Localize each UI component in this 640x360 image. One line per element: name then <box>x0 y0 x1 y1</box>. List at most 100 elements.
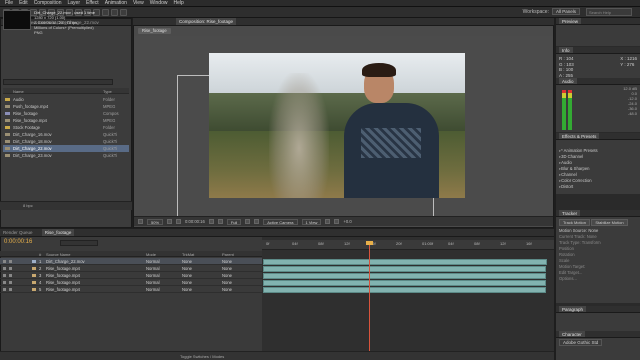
eraser-tool-icon[interactable] <box>102 8 109 16</box>
layer-mode-dropdown[interactable]: Normal <box>146 258 160 265</box>
layer-row[interactable]: 2 Rise_footage.mp4 Normal None None <box>0 265 262 272</box>
audio-icon[interactable] <box>9 281 12 284</box>
comp-breadcrumb[interactable]: Rise_footage <box>138 28 171 34</box>
layer-duration-bar[interactable] <box>263 258 547 265</box>
layer-row[interactable]: 5 Rise_footage.mp4 Normal None None <box>0 286 262 293</box>
video-visibility-icon[interactable] <box>3 281 6 284</box>
tab-rise-footage[interactable]: Rise_footage <box>41 229 75 236</box>
tab-preview[interactable]: Preview <box>559 18 582 24</box>
search-help-input[interactable]: Search Help <box>586 8 632 16</box>
audio-icon[interactable] <box>9 288 12 291</box>
layer-row[interactable]: 3 Rise_footage.mp4 Normal None None <box>0 272 262 279</box>
video-visibility-icon[interactable] <box>3 274 6 277</box>
effect-category[interactable]: Distort <box>556 184 640 190</box>
menu-file[interactable]: File <box>5 0 13 6</box>
channel-icon[interactable] <box>217 219 223 224</box>
preview-controls[interactable] <box>556 25 640 46</box>
label-color-swatch[interactable] <box>32 288 36 291</box>
track-motion-button[interactable]: Track Motion <box>559 219 590 226</box>
timeline-current-time[interactable]: 0:00:00:16 <box>4 239 32 245</box>
label-color-swatch[interactable] <box>32 281 36 284</box>
label-color-swatch[interactable] <box>32 274 36 277</box>
camera-dropdown[interactable]: Active Camera <box>263 218 298 225</box>
source-name-header[interactable]: Source Name <box>46 252 70 257</box>
label-color-swatch[interactable] <box>32 260 36 263</box>
trkmat-dropdown[interactable]: None <box>182 258 192 265</box>
parent-dropdown[interactable]: None <box>222 265 232 272</box>
name-column-header[interactable]: Name <box>13 89 24 94</box>
tab-info[interactable]: Info <box>559 47 573 53</box>
menu-composition[interactable]: Composition <box>34 0 62 6</box>
layer-mode-dropdown[interactable]: Normal <box>146 272 160 279</box>
type-column-header[interactable]: Type <box>103 89 112 94</box>
audio-icon[interactable] <box>9 274 12 277</box>
transparency-grid-icon[interactable] <box>254 219 260 224</box>
tab-character[interactable]: Character <box>559 331 585 337</box>
audio-icon[interactable] <box>9 260 12 263</box>
trkmat-dropdown[interactable]: None <box>182 286 192 293</box>
project-item[interactable]: Dirt_Charge_16.mov QuickTi <box>3 131 129 138</box>
project-item[interactable]: Dirt_Charge_22.mov QuickTi <box>3 145 129 152</box>
zoom-dropdown[interactable]: 50% <box>147 218 164 225</box>
parent-dropdown[interactable]: None <box>222 279 232 286</box>
layer-duration-bar[interactable] <box>263 265 546 272</box>
layer-row[interactable]: 4 Rise_footage.mp4 Normal None None <box>0 279 262 286</box>
layer-duration-bar[interactable] <box>263 286 546 293</box>
layer-mode-dropdown[interactable]: Normal <box>146 279 160 286</box>
parent-dropdown[interactable]: None <box>222 286 232 293</box>
tab-audio[interactable]: Audio <box>559 78 577 84</box>
tab-tracker[interactable]: Tracker <box>559 210 581 216</box>
paragraph-controls[interactable] <box>556 313 640 331</box>
always-preview-icon[interactable] <box>138 219 143 224</box>
font-family-dropdown[interactable]: Adobe Gothic Std <box>559 339 603 346</box>
parent-dropdown[interactable]: None <box>222 258 232 265</box>
roto-brush-tool-icon[interactable] <box>111 8 118 16</box>
current-time-display[interactable]: 0:00:00:16 <box>185 219 205 224</box>
mask-visibility-icon[interactable] <box>176 219 182 224</box>
tab-composition[interactable]: Composition: Rise_footage <box>176 18 237 25</box>
label-color-swatch[interactable] <box>32 267 36 270</box>
layer-duration-bar[interactable] <box>263 272 546 279</box>
toggle-switches-modes-button[interactable]: Toggle Switches / Modes <box>180 354 224 359</box>
video-visibility-icon[interactable] <box>3 288 6 291</box>
project-item[interactable]: Dirt_Charge_23.mov QuickTi <box>3 152 129 159</box>
comp-frame-video[interactable] <box>209 53 465 198</box>
resolution-dropdown[interactable]: Full <box>226 218 242 225</box>
timeline-search-input[interactable] <box>60 240 98 246</box>
bit-depth-button[interactable]: 8 bpc <box>23 203 33 208</box>
time-ruler[interactable]: 0f04f08f12f16f20f01:00f04f08f12f16f <box>262 240 554 250</box>
menu-view[interactable]: View <box>133 0 144 6</box>
fast-previews-icon[interactable] <box>334 219 340 224</box>
project-item[interactable]: Stock Footage Folder <box>3 124 129 131</box>
view-layout-dropdown[interactable]: 1 View <box>301 218 322 225</box>
project-item[interactable]: Push_footage.mp4 MPEG <box>3 103 129 110</box>
layer-mode-dropdown[interactable]: Normal <box>146 265 160 272</box>
tab-effects-presets[interactable]: Effects & Presets <box>559 133 600 139</box>
audio-icon[interactable] <box>9 267 12 270</box>
tab-paragraph[interactable]: Paragraph <box>559 306 587 312</box>
effects-search-input[interactable] <box>556 140 640 148</box>
menu-help[interactable]: Help <box>173 0 183 6</box>
project-item[interactable]: Rise_footage Compos <box>3 110 129 117</box>
menu-animation[interactable]: Animation <box>105 0 127 6</box>
menu-layer[interactable]: Layer <box>67 0 80 6</box>
project-item[interactable]: Rise_footage.mp4 MPEG <box>3 117 129 124</box>
parent-dropdown[interactable]: None <box>222 272 232 279</box>
menu-effect[interactable]: Effect <box>86 0 99 6</box>
toggle-pixel-aspect-icon[interactable] <box>325 219 331 224</box>
project-item[interactable]: Audio Folder <box>3 96 129 103</box>
current-time-indicator[interactable] <box>366 241 373 245</box>
playhead-line[interactable] <box>369 241 370 360</box>
snapshot-icon[interactable] <box>208 219 214 224</box>
tracker-options-button[interactable]: Options... <box>556 276 640 282</box>
project-search-input[interactable] <box>3 79 113 85</box>
menu-window[interactable]: Window <box>150 0 168 6</box>
menu-edit[interactable]: Edit <box>19 0 28 6</box>
puppet-tool-icon[interactable] <box>120 8 127 16</box>
project-item[interactable]: Dirt_Charge_18.mov QuickTi <box>3 138 129 145</box>
trkmat-dropdown[interactable]: None <box>182 279 192 286</box>
layer-duration-bar[interactable] <box>263 279 546 286</box>
layer-row[interactable]: 1 Dirt_Charge_22.mov Normal None None <box>0 258 262 265</box>
video-visibility-icon[interactable] <box>3 260 6 263</box>
workspace-dropdown[interactable]: All Panels <box>551 8 580 15</box>
